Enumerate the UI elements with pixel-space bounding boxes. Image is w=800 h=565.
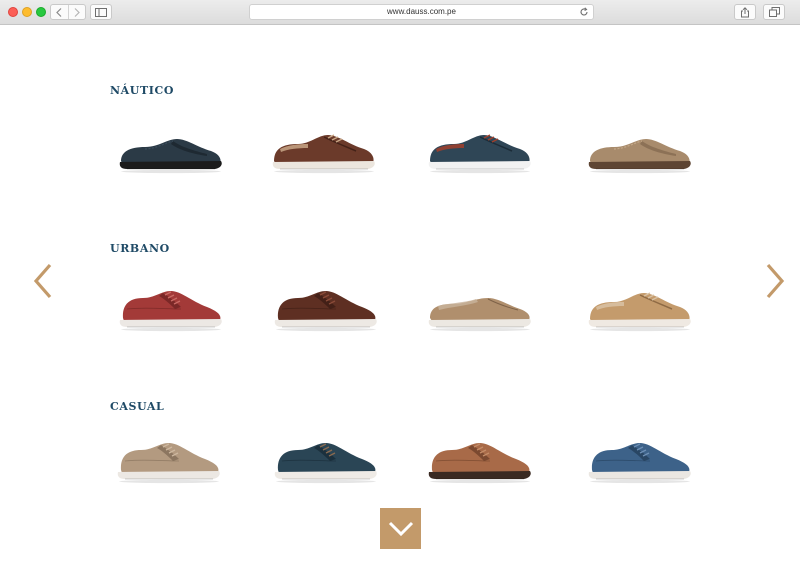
chevron-left-icon <box>56 7 62 17</box>
share-icon <box>741 6 749 17</box>
tabs-icon <box>768 7 780 17</box>
product-image[interactable] <box>270 437 380 484</box>
history-nav <box>50 4 86 20</box>
product-image[interactable] <box>584 127 694 174</box>
product-image[interactable] <box>268 127 378 174</box>
chevron-down-icon <box>388 521 413 536</box>
category-title: CASUAL <box>110 400 165 413</box>
shoe-illustration <box>117 443 220 484</box>
browser-toolbar: www.dauss.com.pe <box>0 0 800 25</box>
chevron-right-icon <box>74 7 80 17</box>
sidebar-icon <box>95 7 107 17</box>
carousel-prev-button[interactable] <box>32 262 54 300</box>
carousel-next-button[interactable] <box>764 262 786 300</box>
product-image[interactable] <box>424 437 534 484</box>
sidebar-toggle-button[interactable] <box>90 4 112 20</box>
chevron-left-icon <box>33 263 52 299</box>
product-image[interactable] <box>115 127 225 174</box>
product-image[interactable] <box>270 285 380 332</box>
product-image[interactable] <box>115 285 225 332</box>
category-title: URBANO <box>110 242 170 255</box>
shoe-illustration <box>588 443 691 484</box>
product-image[interactable] <box>584 437 694 484</box>
shoe-illustration <box>119 291 222 332</box>
product-image[interactable] <box>584 285 694 332</box>
reload-icon[interactable] <box>579 7 589 17</box>
shoe-illustration <box>274 443 377 484</box>
product-image[interactable] <box>424 285 534 332</box>
tabs-overview-button[interactable] <box>763 4 785 20</box>
forward-button[interactable] <box>67 5 86 19</box>
url-text: www.dauss.com.pe <box>387 7 456 16</box>
close-window-icon[interactable] <box>8 7 18 17</box>
category-title: NÁUTICO <box>110 84 175 97</box>
share-button[interactable] <box>734 4 756 20</box>
back-button[interactable] <box>51 5 68 19</box>
address-bar[interactable]: www.dauss.com.pe <box>249 4 594 20</box>
zoom-window-icon[interactable] <box>36 7 46 17</box>
product-image[interactable] <box>424 127 534 174</box>
shoe-illustration <box>428 443 531 484</box>
shoe-illustration <box>272 134 375 174</box>
minimize-window-icon[interactable] <box>22 7 32 17</box>
shoe-illustration <box>428 298 531 332</box>
shoe-illustration <box>274 291 377 332</box>
shoe-illustration <box>588 139 691 174</box>
shoe-illustration <box>119 139 222 174</box>
scroll-down-button[interactable] <box>380 508 421 549</box>
shoe-illustration <box>428 134 531 174</box>
shoe-illustration <box>588 292 691 332</box>
chevron-right-icon <box>766 263 785 299</box>
product-image[interactable] <box>113 437 223 484</box>
